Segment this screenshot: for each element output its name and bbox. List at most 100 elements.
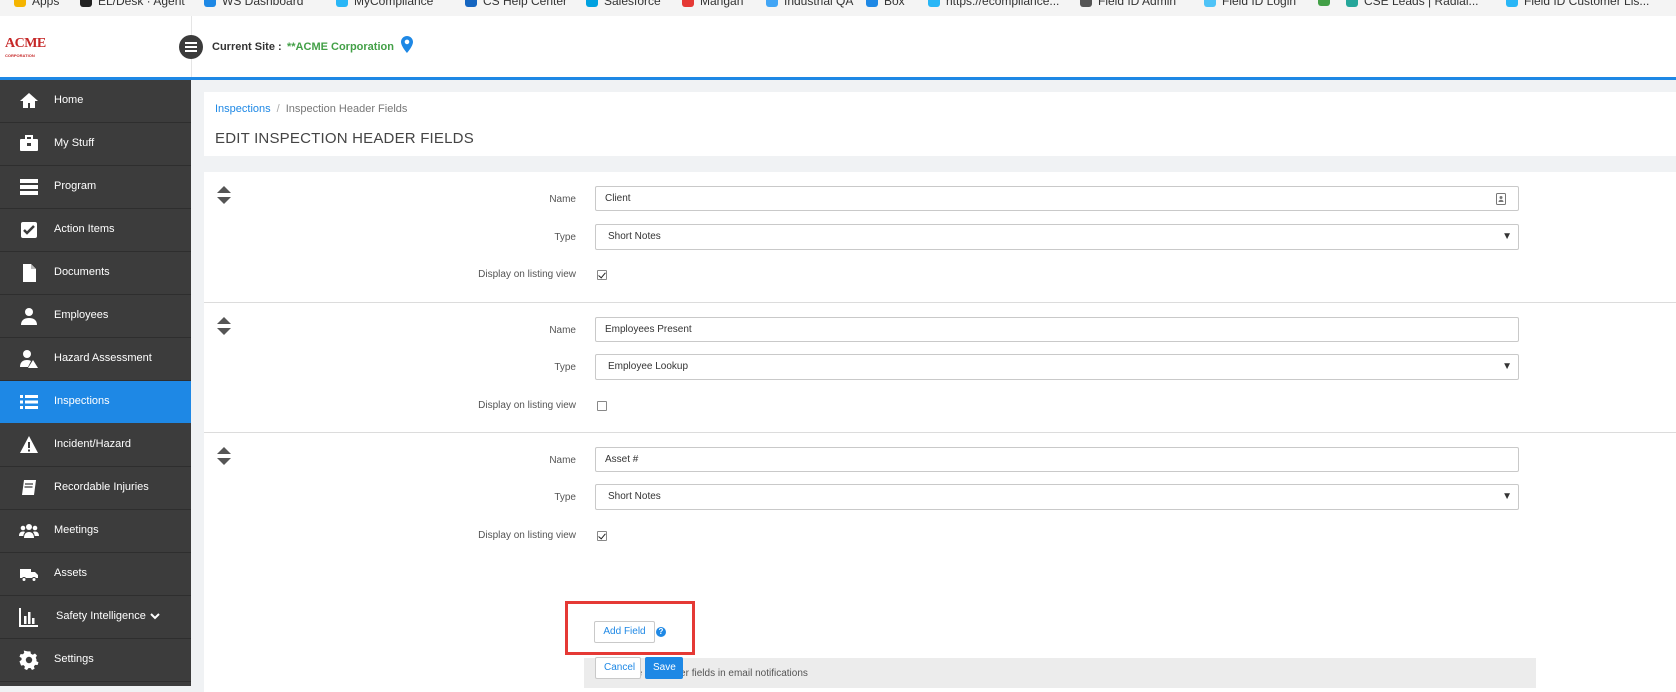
bookmark-icon bbox=[204, 0, 216, 7]
email-notifications-row: Include all header fields in email notif… bbox=[584, 658, 1536, 688]
briefcase-icon bbox=[20, 135, 38, 151]
bookmark-item[interactable]: https://ecompliance... bbox=[928, 0, 1059, 8]
page-header: Inspections / Inspection Header Fields EDI… bbox=[204, 92, 1676, 156]
document-icon bbox=[23, 264, 36, 282]
breadcrumb-separator: / bbox=[276, 103, 280, 115]
current-site-label: Current Site : bbox=[212, 41, 282, 53]
bookmark-icon bbox=[586, 0, 598, 7]
sidebar-item-safety-intelligence[interactable]: Safety Intelligence bbox=[0, 596, 191, 638]
header-fields-form: Name Client Type Short Notes ▼ Display o… bbox=[204, 172, 1676, 692]
home-icon bbox=[20, 93, 38, 108]
sidebar-item-meetings[interactable]: Meetings bbox=[0, 510, 191, 552]
drag-sort-icon[interactable] bbox=[216, 317, 232, 335]
apps-icon bbox=[14, 0, 26, 7]
field-type-select[interactable]: Short Notes ▼ bbox=[595, 484, 1519, 510]
help-icon[interactable]: ? bbox=[656, 627, 666, 637]
bookmark-apps[interactable]: Apps bbox=[14, 0, 59, 8]
select-caret-icon: ▼ bbox=[1502, 491, 1512, 502]
sidebar-item-home[interactable]: Home bbox=[0, 80, 191, 122]
hamburger-menu-button[interactable] bbox=[179, 35, 203, 59]
add-field-button[interactable]: Add Field bbox=[594, 621, 655, 643]
sidebar-item-documents[interactable]: Documents bbox=[0, 252, 191, 294]
hazard-user-icon bbox=[20, 350, 38, 368]
bookmark-icon bbox=[928, 0, 940, 7]
sidebar-item-my-stuff[interactable]: My Stuff bbox=[0, 123, 191, 165]
user-icon bbox=[21, 308, 37, 325]
company-logo[interactable]: ACME CORPORATION bbox=[5, 37, 46, 62]
hamburger-line bbox=[185, 46, 197, 48]
breadcrumb-current: Inspection Header Fields bbox=[285, 103, 408, 115]
sidebar-item-hazard-assessment[interactable]: Hazard Assessment bbox=[0, 338, 191, 380]
field-type-select[interactable]: Short Notes ▼ bbox=[595, 224, 1519, 250]
bookmark-icon bbox=[1204, 0, 1216, 7]
save-button[interactable]: Save bbox=[645, 657, 683, 679]
sidebar: Home My Stuff Program Action Items Docum… bbox=[0, 80, 191, 686]
map-pin-icon[interactable] bbox=[401, 36, 413, 53]
bookmark-item[interactable]: Field ID Admin bbox=[1080, 0, 1176, 8]
bookmark-icon bbox=[465, 0, 477, 7]
bookmark-icon bbox=[1506, 0, 1518, 7]
field-name-input[interactable]: Employees Present bbox=[595, 317, 1519, 342]
gear-icon bbox=[19, 650, 39, 670]
header-field-row: Name Asset # Type Short Notes ▼ Display … bbox=[204, 432, 1676, 562]
bookmark-item[interactable]: WS Dashboard bbox=[204, 0, 303, 8]
display-on-listing-checkbox[interactable] bbox=[597, 531, 607, 541]
name-label: Name bbox=[549, 325, 576, 336]
bookmark-item[interactable]: CS Help Center bbox=[465, 0, 567, 8]
main-content: Inspections / Inspection Header Fields EDI… bbox=[191, 80, 1676, 692]
bookmark-item[interactable]: Field ID Login bbox=[1204, 0, 1296, 8]
field-type-select[interactable]: Employee Lookup ▼ bbox=[595, 354, 1519, 380]
bookmark-icon bbox=[80, 0, 92, 7]
select-caret-icon: ▼ bbox=[1502, 231, 1512, 242]
bookmark-icon bbox=[766, 0, 778, 7]
checkbox-icon bbox=[21, 222, 37, 238]
sidebar-item-employees[interactable]: Employees bbox=[0, 295, 191, 337]
current-site-value[interactable]: **ACME Corporation bbox=[287, 41, 394, 53]
page-title: EDIT INSPECTION HEADER FIELDS bbox=[215, 130, 474, 147]
sidebar-item-recordable-injuries[interactable]: Recordable Injuries bbox=[0, 467, 191, 509]
drag-sort-icon[interactable] bbox=[216, 447, 232, 465]
sidebar-item-inspections[interactable]: Inspections bbox=[0, 381, 191, 423]
name-label: Name bbox=[549, 194, 576, 205]
sidebar-divider bbox=[0, 681, 191, 682]
cancel-button[interactable]: Cancel bbox=[595, 657, 641, 679]
bookmark-item[interactable]: Field ID Customer Lis... bbox=[1506, 0, 1649, 8]
bar-chart-icon bbox=[19, 608, 38, 627]
bookmark-item[interactable]: MyCompliance bbox=[336, 0, 433, 8]
bookmark-icon bbox=[336, 0, 348, 7]
header-field-row: Name Client Type Short Notes ▼ Display o… bbox=[204, 172, 1676, 302]
sidebar-item-settings[interactable]: Settings bbox=[0, 639, 191, 681]
sidebar-item-incident-hazard[interactable]: Incident/Hazard bbox=[0, 424, 191, 466]
bookmark-item[interactable]: Industrial QA bbox=[766, 0, 853, 8]
type-label: Type bbox=[554, 232, 576, 243]
top-bar: ACME CORPORATION Current Site : **ACME C… bbox=[0, 16, 1676, 80]
bookmark-icon bbox=[866, 0, 878, 7]
contact-card-icon bbox=[1496, 193, 1506, 205]
display-on-listing-label: Display on listing view bbox=[478, 530, 576, 541]
display-on-listing-label: Display on listing view bbox=[478, 269, 576, 280]
bookmark-icon bbox=[1318, 0, 1330, 6]
bookmark-item[interactable]: CSE Leads | Radial... bbox=[1346, 0, 1479, 8]
breadcrumb: Inspections / Inspection Header Fields bbox=[215, 103, 407, 115]
bookmark-item[interactable]: Box bbox=[866, 0, 905, 8]
field-name-input[interactable]: Asset # bbox=[595, 447, 1519, 472]
sidebar-item-program[interactable]: Program bbox=[0, 166, 191, 208]
book-icon bbox=[22, 480, 36, 495]
sidebar-item-assets[interactable]: Assets bbox=[0, 553, 191, 595]
bookmark-item[interactable]: Salesforce bbox=[586, 0, 661, 8]
drag-sort-icon[interactable] bbox=[216, 186, 232, 204]
bookmark-item[interactable]: Mangan bbox=[682, 0, 743, 8]
chevron-down-icon bbox=[150, 613, 160, 620]
bookmarks-bar: Apps EL/Desk · Agent WS Dashboard MyComp… bbox=[0, 0, 1676, 16]
server-icon bbox=[20, 179, 38, 195]
field-name-input[interactable]: Client bbox=[595, 186, 1519, 211]
type-label: Type bbox=[554, 362, 576, 373]
warning-icon bbox=[20, 436, 38, 453]
bookmark-item[interactable] bbox=[1318, 0, 1336, 6]
sidebar-item-action-items[interactable]: Action Items bbox=[0, 209, 191, 251]
breadcrumb-inspections-link[interactable]: Inspections bbox=[215, 103, 271, 115]
bookmark-icon bbox=[682, 0, 694, 7]
display-on-listing-checkbox[interactable] bbox=[597, 401, 607, 411]
bookmark-item[interactable]: EL/Desk · Agent bbox=[80, 0, 185, 8]
display-on-listing-checkbox[interactable] bbox=[597, 270, 607, 280]
